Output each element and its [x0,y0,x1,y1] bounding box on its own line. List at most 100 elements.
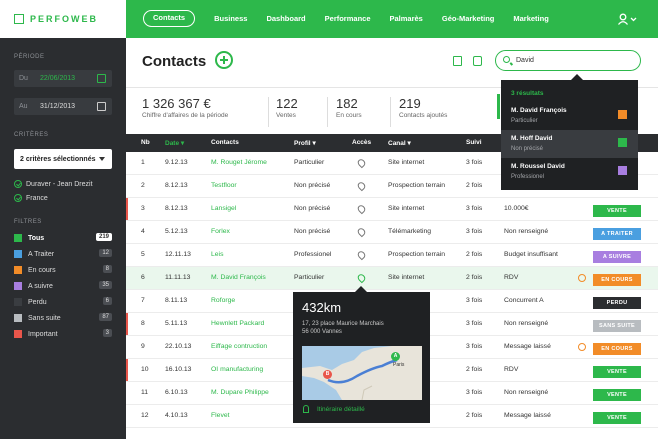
cell-contact[interactable]: Leis [211,251,223,258]
add-contact-button[interactable] [215,51,233,69]
search-input[interactable]: David [495,50,641,71]
cell-nb: 10 [141,366,149,373]
cell-contact[interactable]: Forlex [211,228,230,235]
cell-nb: 1 [141,159,145,166]
col-header-profil[interactable]: Profil ▾ [294,139,316,147]
col-header-suivi[interactable]: Suivi [466,139,482,146]
map-pin-icon[interactable] [356,272,367,284]
stat-in-progress: 182 En cours [336,96,362,119]
nav-geo-marketing[interactable]: Géo-Marketing [442,10,495,27]
table-row[interactable]: 4 5.12.13 Forlex Non précisé Télémarketing 3 … [126,221,658,244]
reminder-clock-icon[interactable] [578,274,586,282]
search-result-item[interactable]: M. Roussel David Professionel [501,158,638,186]
reminder-clock-icon[interactable] [578,343,586,351]
map-pin-icon[interactable] [356,226,367,238]
filter-item[interactable]: Perdu 6 [14,295,112,309]
filter-item[interactable]: A Traiter 12 [14,247,112,261]
date-from-field[interactable]: Du 22/06/2013 [14,70,112,87]
cell-contact[interactable]: Hewnlett Packard [211,320,264,327]
cell-nb: 3 [141,205,145,212]
main-nav: Contacts Business Dashboard Performance … [143,10,568,27]
cell-contact[interactable]: Eiffage contruction [211,343,267,350]
cell-suivi: 2 fois [466,412,483,419]
sort-down-icon: ▾ [312,140,316,147]
cell-date: 12.11.13 [165,251,191,258]
map-pin-icon[interactable] [356,203,367,215]
result-name: M. Hoff David [511,135,553,142]
nav-business[interactable]: Business [214,10,247,27]
map-pin-icon[interactable] [356,180,367,192]
cell-note: Message laissé [504,412,551,419]
status-badge[interactable]: SANS SUITE [593,320,641,332]
cell-contact[interactable]: M. David François [211,274,266,281]
cell-canal: Site internet [388,274,425,281]
col-header-date[interactable]: Date ▾ [165,139,184,147]
cell-contact[interactable]: Flevet [211,412,230,419]
user-menu-icon[interactable] [618,13,638,25]
cell-note: 10.000€ [504,205,529,212]
filter-item[interactable]: Important 3 [14,327,112,341]
filter-item[interactable]: A suivre 35 [14,279,112,293]
nav-dashboard[interactable]: Dashboard [266,10,305,27]
criteria-heading: CRITÈRES [14,132,49,138]
table-row[interactable]: 5 12.11.13 Leis Professionel Prospection ter… [126,244,658,267]
calendar-icon[interactable] [97,74,106,83]
status-badge[interactable]: VENTE [593,205,641,217]
status-badge[interactable]: A TRAITER [593,228,641,240]
status-badge[interactable]: EN COURS [593,343,641,355]
col-header-nb[interactable]: Nb [141,139,150,146]
cell-contact[interactable]: M. Dupare Philippe [211,389,269,396]
status-badge[interactable]: EN COURS [593,274,641,286]
date-to-label: Au [19,103,28,110]
search-result-item[interactable]: M. Hoff David Non précisé [501,130,638,158]
nav-contacts[interactable]: Contacts [143,10,196,27]
dropdown-accent [497,94,500,119]
check-circle-icon [14,194,22,202]
nav-palmares[interactable]: Palmarès [390,10,423,27]
cell-date: 5.12.13 [165,228,188,235]
cell-canal: Site internet [388,159,425,166]
cell-contact[interactable]: Lansigel [211,205,236,212]
filter-item[interactable]: Tous 219 [14,231,112,245]
status-badge[interactable]: VENTE [593,389,641,401]
table-row[interactable]: 6 11.11.13 M. David François Particulier Sit… [126,267,658,290]
col-header-contacts[interactable]: Contacts [211,139,239,146]
itinerary-link[interactable]: Itinéraire détaillé [317,406,365,413]
map-pin-icon[interactable] [356,249,367,261]
table-row[interactable]: 3 8.12.13 Lansigel Non précisé Site internet… [126,198,658,221]
map-pin-icon[interactable] [356,157,367,169]
address-popup: 432km 17, 23 place Maurice Marchais 56 0… [293,286,430,423]
walker-icon [303,405,309,413]
cell-contact[interactable]: OI manufacturing [211,366,263,373]
col-header-canal[interactable]: Canal ▾ [388,139,411,147]
route-map[interactable]: B A Paris [302,346,422,400]
export-icon[interactable] [453,56,462,66]
map-pin-b: B [323,370,332,379]
app-logo[interactable]: PERFOWEB [0,0,126,38]
col-header-acces[interactable]: Accès [352,139,371,146]
filter-color-swatch [14,314,22,322]
cell-suivi: 3 fois [466,343,483,350]
criteria-select[interactable]: 2 critères sélectionnés [14,149,112,169]
status-badge[interactable]: PERDU [593,297,641,309]
filter-item[interactable]: Sans suite 87 [14,311,112,325]
calendar-icon[interactable] [97,102,106,111]
stat-divider [327,97,328,127]
date-to-field[interactable]: Au 31/12/2013 [14,98,112,115]
status-badge[interactable]: A SUIVRE [593,251,641,263]
cell-contact[interactable]: Testfloor [211,182,237,189]
cell-nb: 7 [141,297,145,304]
print-icon[interactable] [473,56,482,66]
cell-contact[interactable]: M. Rouget Jérome [211,159,267,166]
nav-performance[interactable]: Performance [325,10,371,27]
nav-marketing[interactable]: Marketing [513,10,548,27]
criteria-item[interactable]: Duraver - Jean Drezit [14,180,93,188]
search-result-item[interactable]: M. David François Particulier [501,102,638,130]
filter-item[interactable]: En cours 8 [14,263,112,277]
cell-suivi: 3 fois [466,320,483,327]
status-badge[interactable]: VENTE [593,412,641,424]
filter-label: En cours [28,266,56,274]
status-badge[interactable]: VENTE [593,366,641,378]
cell-contact[interactable]: Roforge [211,297,235,304]
criteria-item[interactable]: France [14,194,48,202]
